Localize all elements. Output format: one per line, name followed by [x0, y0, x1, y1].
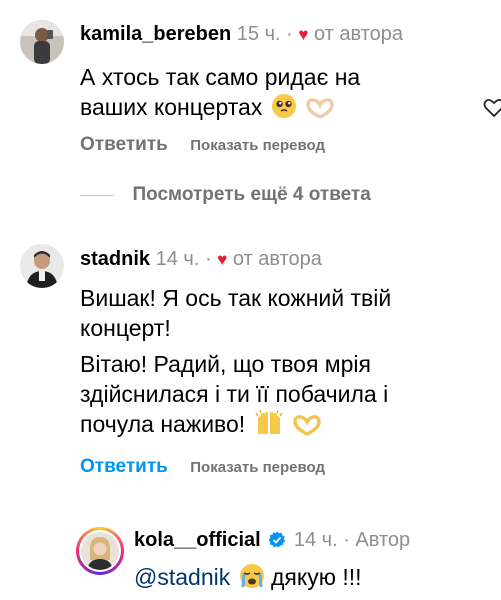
timestamp[interactable]: 14 ч.: [156, 248, 200, 270]
avatar-photo-icon: [81, 532, 119, 570]
heart-icon: ♥: [298, 25, 309, 44]
comment-text-line: Вишак! Я ось так кожний твій: [80, 285, 392, 311]
comment-text: дякую !!!: [271, 564, 362, 590]
comment-header: stadnik 14 ч. · ♥ от автора: [80, 248, 322, 270]
view-more-label[interactable]: Посмотреть ещё 4 ответа: [132, 184, 370, 205]
verified-badge-icon: [268, 531, 286, 548]
username[interactable]: stadnik: [80, 248, 150, 270]
comment-actions: Ответить Показать перевод: [80, 134, 325, 156]
like-heart-icon[interactable]: [483, 98, 501, 118]
crying-pleading-emoji-icon: [271, 94, 296, 118]
comment-header: kamila_bereben 15 ч. · ♥ от автора: [80, 23, 404, 45]
timestamp[interactable]: 14 ч.: [294, 529, 338, 551]
heart-hands-emoji-icon: [293, 415, 321, 436]
reply-button[interactable]: Ответить: [80, 456, 168, 477]
comment-text-line: А хтось так само ридає на: [80, 64, 361, 90]
comment-text-line: почула наживо!: [80, 409, 322, 439]
comment-actions: Ответить Показать перевод: [80, 456, 325, 478]
comment-text-line: ваших концертах: [80, 92, 335, 122]
author-label: Автор: [355, 529, 411, 551]
avatar-story-ring[interactable]: [76, 527, 124, 575]
username[interactable]: kamila_bereben: [80, 23, 231, 45]
timestamp[interactable]: 15 ч.: [237, 23, 281, 45]
mention-link[interactable]: @stadnik: [134, 564, 230, 590]
heart-hands-emoji-icon: [306, 98, 334, 119]
comment-header: kola__official 14 ч. · Автор: [134, 529, 411, 551]
raising-hands-emoji-icon: [255, 410, 283, 434]
avatar[interactable]: [20, 244, 64, 288]
reply-button[interactable]: Ответить: [80, 134, 168, 155]
comment-text-line: здійснилася і ти її побачила і: [80, 381, 389, 407]
translate-button[interactable]: Показать перевод: [190, 459, 325, 476]
view-more-replies[interactable]: Посмотреть ещё 4 ответа: [80, 184, 371, 206]
comment-text-line: @stadnik дякую !!!: [134, 562, 362, 592]
comment-text-line: концерт!: [80, 315, 171, 341]
heart-icon: ♥: [217, 250, 228, 269]
author-liked-label: от автора: [314, 23, 404, 45]
avatar-photo-icon: [20, 244, 64, 288]
author-liked-label: от автора: [232, 248, 322, 270]
comment-text-line: Вітаю! Радий, що твоя мрія: [80, 351, 371, 377]
avatar-photo-icon: [20, 20, 64, 64]
username[interactable]: kola__official: [134, 529, 261, 551]
loudly-crying-emoji-icon: [239, 564, 264, 588]
translate-button[interactable]: Показать перевод: [190, 137, 325, 154]
avatar[interactable]: [20, 20, 64, 64]
divider-line: [80, 194, 114, 196]
